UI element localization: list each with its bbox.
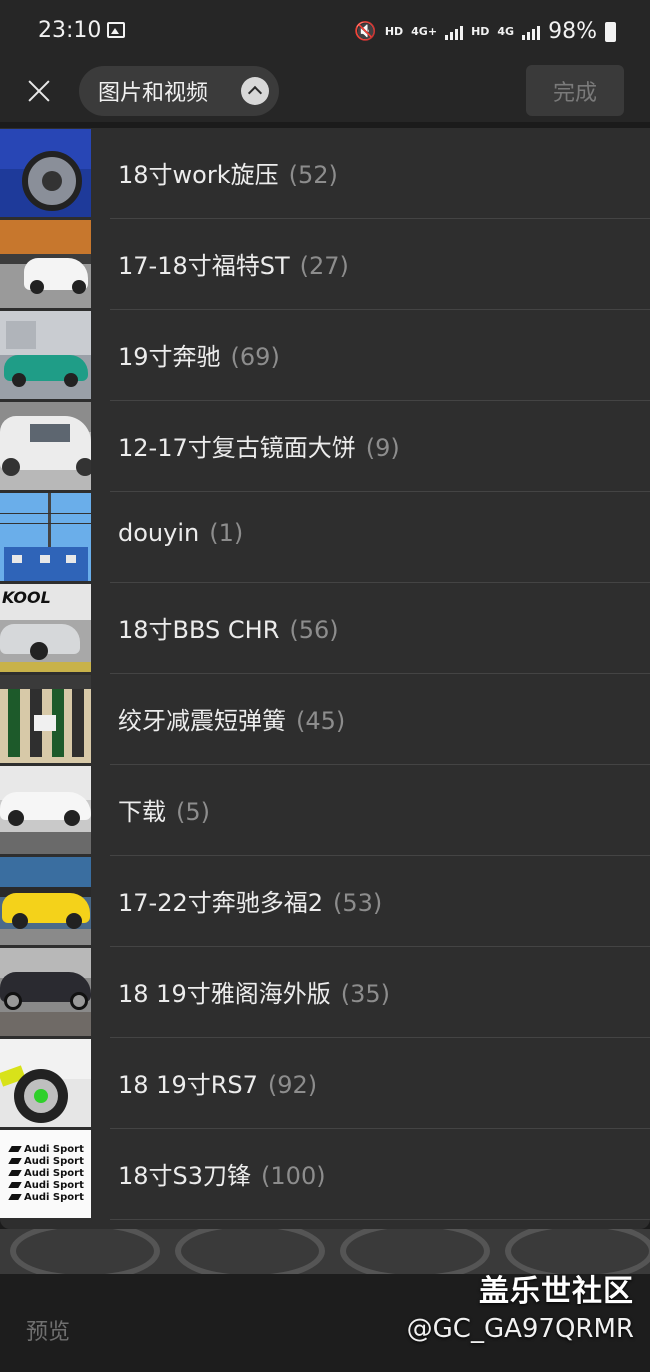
audi-sport-text: Audi Sport xyxy=(10,1144,84,1155)
album-name: 下载 xyxy=(118,798,166,826)
album-selector-button[interactable]: 图片和视频 xyxy=(79,66,279,116)
preview-button[interactable]: 预览 xyxy=(26,1314,70,1346)
picker-header: 图片和视频 完成 xyxy=(0,62,650,122)
album-thumbnail xyxy=(0,402,91,490)
album-name: 18寸work旋压 xyxy=(118,161,279,189)
divider xyxy=(110,1219,650,1220)
gallery-notification-icon xyxy=(107,22,125,38)
audi-sport-text: Audi Sport xyxy=(10,1156,84,1167)
album-count: (9) xyxy=(365,434,400,462)
album-count: (56) xyxy=(289,616,339,644)
hd-label-2: HD xyxy=(471,25,490,38)
album-thumbnail: KOOL xyxy=(0,584,91,672)
album-thumbnail xyxy=(0,675,91,763)
album-count: (27) xyxy=(299,252,349,280)
audi-sport-text: Audi Sport xyxy=(10,1180,84,1191)
album-row[interactable]: 绞牙减震短弹簧 (45) xyxy=(0,674,650,765)
album-row[interactable]: 18寸work旋压 (52) xyxy=(0,128,650,219)
album-name: 17-22寸奔驰多福2 xyxy=(118,889,324,917)
album-row[interactable]: 18 19寸RS7 (92) xyxy=(0,1038,650,1129)
audi-sport-text: Audi Sport xyxy=(10,1168,84,1179)
album-row[interactable]: 17-22寸奔驰多福2 (53) xyxy=(0,856,650,947)
album-row[interactable]: 下载 (5) xyxy=(0,765,650,856)
album-count: (100) xyxy=(261,1162,326,1190)
album-name: 18 19寸RS7 xyxy=(118,1071,258,1099)
done-button[interactable]: 完成 xyxy=(526,65,624,116)
network-type-label: 4G+ xyxy=(411,25,438,38)
album-row[interactable]: Audi Sport Audi Sport Audi Sport Audi Sp… xyxy=(0,1129,650,1220)
album-count: (92) xyxy=(267,1071,318,1099)
album-count: (69) xyxy=(230,343,280,371)
album-selector-label: 图片和视频 xyxy=(98,81,209,106)
album-row[interactable]: 12-17寸复古镜面大饼 (9) xyxy=(0,401,650,492)
network-type-label-2: 4G xyxy=(497,25,515,38)
signal-icon-2 xyxy=(522,24,541,40)
album-thumbnail xyxy=(0,493,91,581)
battery-icon xyxy=(605,21,616,42)
album-thumbnail: Audi Sport Audi Sport Audi Sport Audi Sp… xyxy=(0,1130,91,1218)
album-count: (5) xyxy=(176,798,210,826)
wheel-image xyxy=(10,1229,160,1274)
album-thumbnail xyxy=(0,311,91,399)
album-thumbnail xyxy=(0,948,91,1036)
album-count: (53) xyxy=(333,889,383,917)
album-list: 18寸work旋压 (52) 17-18寸福特ST (27) 19寸奔驰 (69) xyxy=(0,128,650,1229)
album-thumbnail xyxy=(0,129,91,217)
kool-sign-text: KOOL xyxy=(2,588,51,607)
album-row[interactable]: 18 19寸雅阁海外版 (35) xyxy=(0,947,650,1038)
wheel-image xyxy=(340,1229,490,1274)
wheel-image xyxy=(175,1229,325,1274)
album-name: 17-18寸福特ST xyxy=(118,252,290,280)
status-indicators: 🔇 HD 4G+ HD 4G 98% xyxy=(354,19,616,44)
album-name: 12-17寸复古镜面大饼 xyxy=(118,434,356,462)
album-name: douyin xyxy=(118,519,200,547)
hd-label: HD xyxy=(384,25,404,38)
album-thumbnail xyxy=(0,1039,91,1127)
album-row[interactable]: KOOL 18寸BBS CHR (56) xyxy=(0,583,650,674)
status-bar: 23:10 🔇 HD 4G+ HD 4G 98% xyxy=(0,0,650,62)
close-icon[interactable] xyxy=(24,76,54,106)
album-count: (35) xyxy=(340,980,390,1008)
album-row[interactable]: 17-18寸福特ST (27) xyxy=(0,219,650,310)
album-name: 18 19寸雅阁海外版 xyxy=(118,980,331,1008)
album-row[interactable]: douyin (1) xyxy=(0,492,650,583)
album-count: (1) xyxy=(209,519,244,547)
album-thumbnail xyxy=(0,857,91,945)
battery-percent: 98% xyxy=(548,19,597,44)
signal-icon xyxy=(445,24,464,40)
album-count: (52) xyxy=(288,161,338,189)
album-name: 19寸奔驰 xyxy=(118,343,221,371)
album-name: 绞牙减震短弹簧 xyxy=(118,707,286,735)
album-name: 18寸S3刀锋 xyxy=(118,1162,252,1190)
album-count: (45) xyxy=(296,707,346,735)
chevron-up-icon xyxy=(241,77,269,105)
watermark-handle: @GC_GA97QRMR xyxy=(406,1314,634,1344)
album-thumbnail xyxy=(0,766,91,854)
album-row[interactable]: 19寸奔驰 (69) xyxy=(0,310,650,401)
album-name: 18寸BBS CHR xyxy=(118,616,280,644)
mute-icon: 🔇 xyxy=(354,21,377,42)
watermark-title: 盖乐世社区 xyxy=(479,1274,634,1309)
audi-sport-text: Audi Sport xyxy=(10,1192,84,1203)
album-thumbnail xyxy=(0,220,91,308)
status-time: 23:10 xyxy=(38,18,102,43)
